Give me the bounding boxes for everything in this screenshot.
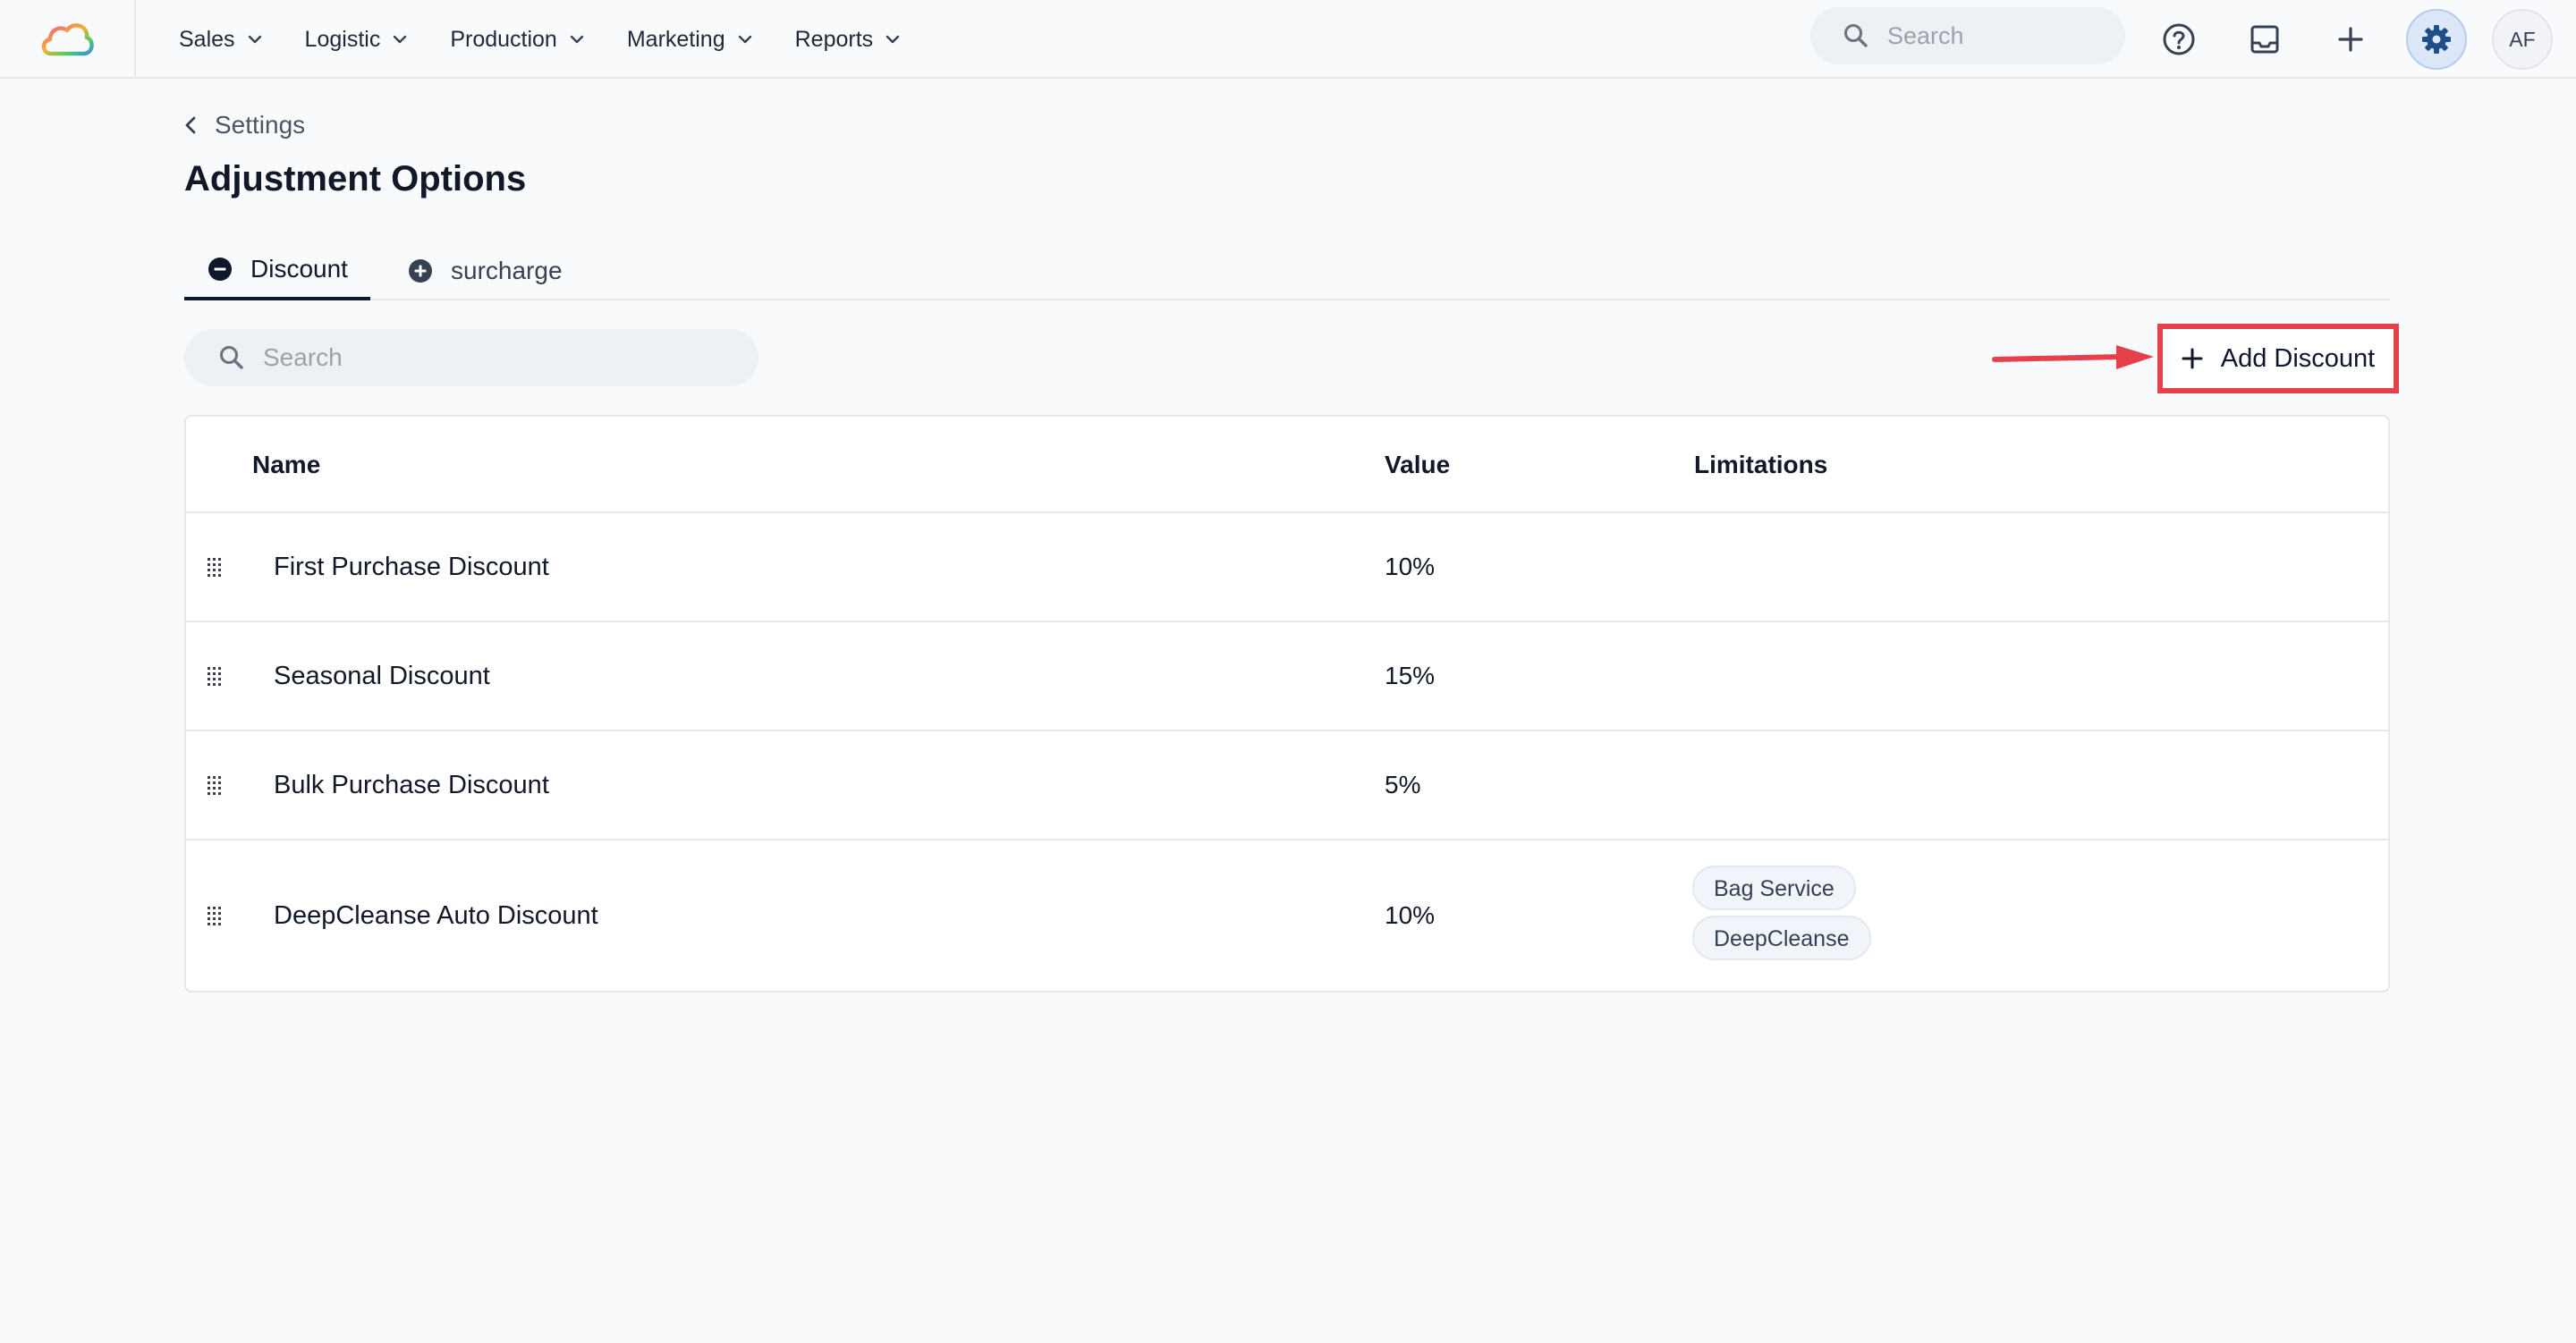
nav-marketing[interactable]: Marketing [627,27,752,53]
chevron-down-icon [886,35,900,44]
chevron-down-icon [570,35,584,44]
discount-name: Seasonal Discount [274,662,490,690]
drag-handle-icon[interactable] [206,665,222,687]
settings-button[interactable] [2406,9,2467,70]
discount-value: 10% [1385,553,1436,580]
tab-discount-label: Discount [250,255,348,283]
nav-logistic-label: Logistic [304,26,381,52]
limitation-chip: Bag Service [1692,866,1856,910]
chevron-down-icon [394,35,407,44]
discount-name: DeepCleanse Auto Discount [274,901,598,930]
chevron-down-icon [738,35,751,44]
discount-name: Bulk Purchase Discount [274,771,549,799]
add-discount-label: Add Discount [2220,343,2376,373]
table-row[interactable]: First Purchase Discount 10% [186,513,2388,622]
chevron-down-icon [248,35,261,44]
discount-value: 15% [1385,662,1436,689]
nav-sales[interactable]: Sales [179,27,262,53]
column-header-limitations[interactable]: Limitations [1694,451,1827,479]
inbox-button[interactable] [2234,9,2295,70]
nav-reports-label: Reports [794,26,874,52]
drag-handle-icon[interactable] [206,905,222,926]
chevron-left-icon [185,116,196,134]
plus-circle-icon [409,259,432,283]
drag-handle-icon[interactable] [206,774,222,796]
column-header-name[interactable]: Name [252,451,320,479]
minus-circle-icon [208,258,232,281]
discount-value: 5% [1385,771,1421,798]
drag-handle-icon[interactable] [206,556,222,578]
limitations-list: Bag Service DeepCleanse [1692,866,1871,966]
help-button[interactable] [2148,9,2209,70]
plus-icon [2182,348,2203,369]
table-header: Name Value Limitations [186,417,2388,513]
nav-production[interactable]: Production [450,27,584,53]
create-button[interactable] [2320,9,2381,70]
annotation-arrow-icon [1992,345,2154,369]
discount-value: 10% [1385,901,1436,929]
tab-surcharge[interactable]: surcharge [399,241,569,300]
user-avatar[interactable]: AF [2492,9,2553,70]
table-row[interactable]: Bulk Purchase Discount 5% [186,731,2388,840]
discount-search-input[interactable] [263,343,746,372]
search-icon [1844,24,1868,47]
gear-icon [2422,25,2451,54]
nav-production-label: Production [450,26,557,52]
main-nav: Sales Logistic Production Marketing Repo… [179,0,943,79]
add-discount-button[interactable]: Add Discount [2157,324,2399,393]
breadcrumb-back-link[interactable]: Settings [184,111,305,139]
column-header-value[interactable]: Value [1385,451,1450,479]
discount-table: Name Value Limitations First Purchase Di… [184,415,2390,992]
nav-logistic[interactable]: Logistic [305,27,408,53]
inbox-icon [2250,25,2279,54]
nav-marketing-label: Marketing [626,26,725,52]
discount-name: First Purchase Discount [274,553,549,581]
limitation-chip: DeepCleanse [1692,916,1871,960]
discount-search [184,329,758,386]
nav-sales-label: Sales [179,26,235,52]
plus-icon [2338,27,2363,52]
help-icon [2163,23,2195,55]
search-icon [220,346,243,369]
breadcrumb-label: Settings [215,111,306,139]
app-logo[interactable] [0,0,136,79]
table-row[interactable]: Seasonal Discount 15% [186,622,2388,731]
tab-surcharge-label: surcharge [451,257,563,284]
adjustment-tabs: Discount surcharge [184,241,2390,300]
page-title: Adjustment Options [184,159,527,198]
tab-discount[interactable]: Discount [184,241,370,300]
nav-reports[interactable]: Reports [795,27,901,53]
global-search-input[interactable] [1887,21,2102,50]
global-search [1810,7,2125,64]
top-navigation-bar: Sales Logistic Production Marketing Repo… [0,0,2576,79]
table-row[interactable]: DeepCleanse Auto Discount 10% Bag Servic… [186,840,2388,991]
